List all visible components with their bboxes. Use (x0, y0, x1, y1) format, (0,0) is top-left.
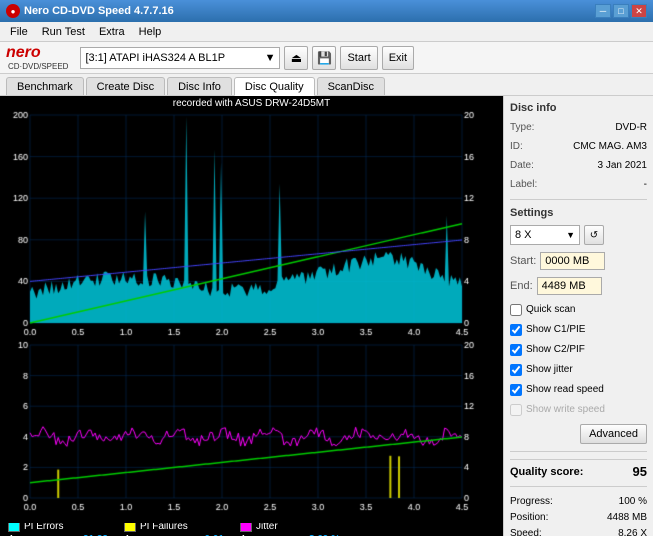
show-read-speed-row[interactable]: Show read speed (510, 382, 647, 398)
disc-id-label: ID: (510, 139, 523, 154)
save-button[interactable]: 💾 (312, 46, 336, 70)
position-row: Position: 4488 MB (510, 510, 647, 526)
speed-setting-row: 8 X ▼ ↺ (510, 225, 647, 245)
disc-type-row: Type: DVD-R (510, 120, 647, 135)
app-icon: ● (6, 4, 20, 18)
disc-date-label: Date: (510, 158, 534, 173)
quality-value: 95 (633, 464, 647, 479)
tab-disc-quality[interactable]: Disc Quality (234, 77, 315, 96)
toolbar: nero CD·DVD/SPEED [3:1] ATAPI iHAS324 A … (0, 42, 653, 74)
chart-title: recorded with ASUS DRW-24D5MT (0, 96, 503, 111)
speed-label: Speed: (510, 526, 542, 536)
show-write-speed-label: Show write speed (526, 402, 605, 418)
speed-refresh-button[interactable]: ↺ (584, 225, 604, 245)
disc-info-title: Disc info (510, 102, 647, 114)
disc-label-label: Label: (510, 177, 537, 192)
drive-selector[interactable]: [3:1] ATAPI iHAS324 A BL1P ▼ (80, 47, 280, 69)
tab-bar: Benchmark Create Disc Disc Info Disc Qua… (0, 74, 653, 96)
nero-logo: nero (6, 44, 41, 62)
speed-val: 8.26 X (618, 526, 647, 536)
end-mb-label: End: (510, 280, 533, 292)
lower-chart (0, 341, 503, 523)
disc-label-row: Label: - (510, 177, 647, 192)
end-mb-input[interactable]: 4489 MB (537, 277, 602, 295)
close-button[interactable]: ✕ (631, 4, 647, 18)
window-title: Nero CD-DVD Speed 4.7.7.16 (24, 5, 174, 17)
main-content: recorded with ASUS DRW-24D5MT PI Errors … (0, 96, 653, 536)
progress-label: Progress: (510, 494, 553, 510)
tab-scandisc[interactable]: ScanDisc (317, 77, 385, 95)
upper-chart (0, 111, 503, 341)
quick-scan-checkbox[interactable] (510, 304, 522, 316)
chart-area: recorded with ASUS DRW-24D5MT PI Errors … (0, 96, 503, 536)
exit-button[interactable]: Exit (382, 46, 414, 70)
disc-id-row: ID: CMC MAG. AM3 (510, 139, 647, 154)
divider-1 (510, 199, 647, 200)
speed-row: Speed: 8.26 X (510, 526, 647, 536)
show-jitter-label: Show jitter (526, 362, 573, 378)
quality-label: Quality score: (510, 466, 583, 478)
divider-3 (510, 486, 647, 487)
show-c2-pif-row[interactable]: Show C2/PIF (510, 342, 647, 358)
window-controls[interactable]: ─ □ ✕ (595, 4, 647, 18)
speed-val: 8 X (515, 229, 532, 241)
start-button[interactable]: Start (340, 46, 377, 70)
position-val: 4488 MB (607, 510, 647, 526)
side-panel: Disc info Type: DVD-R ID: CMC MAG. AM3 D… (503, 96, 653, 536)
tab-benchmark[interactable]: Benchmark (6, 77, 84, 95)
progress-row: Progress: 100 % (510, 494, 647, 510)
position-label: Position: (510, 510, 548, 526)
disc-id-val: CMC MAG. AM3 (573, 139, 647, 154)
progress-val: 100 % (619, 494, 647, 510)
show-write-speed-checkbox[interactable] (510, 404, 522, 416)
menu-file[interactable]: File (4, 25, 34, 39)
disc-type-val: DVD-R (615, 120, 647, 135)
divider-2 (510, 451, 647, 452)
show-read-speed-label: Show read speed (526, 382, 604, 398)
show-write-speed-row[interactable]: Show write speed (510, 402, 647, 418)
start-mb-input[interactable]: 0000 MB (540, 252, 605, 270)
charts-split (0, 111, 503, 516)
title-bar-left: ● Nero CD-DVD Speed 4.7.7.16 (6, 4, 174, 18)
tab-create-disc[interactable]: Create Disc (86, 77, 165, 95)
drive-label: [3:1] ATAPI iHAS324 A BL1P (85, 52, 225, 64)
show-c1-pie-label: Show C1/PIE (526, 322, 585, 338)
show-read-speed-checkbox[interactable] (510, 384, 522, 396)
show-jitter-checkbox[interactable] (510, 364, 522, 376)
disc-label-val: - (644, 177, 647, 192)
quick-scan-row[interactable]: Quick scan (510, 302, 647, 318)
minimize-button[interactable]: ─ (595, 4, 611, 18)
end-mb-row: End: 4489 MB (510, 277, 647, 295)
show-c2-pif-label: Show C2/PIF (526, 342, 585, 358)
logo: nero CD·DVD/SPEED (6, 44, 68, 71)
show-c1-pie-checkbox[interactable] (510, 324, 522, 336)
menu-bar: File Run Test Extra Help (0, 22, 653, 42)
quick-scan-label: Quick scan (526, 302, 575, 318)
product-logo: CD·DVD/SPEED (8, 62, 68, 71)
speed-combo[interactable]: 8 X ▼ (510, 225, 580, 245)
title-bar: ● Nero CD-DVD Speed 4.7.7.16 ─ □ ✕ (0, 0, 653, 22)
progress-section: Progress: 100 % Position: 4488 MB Speed:… (510, 494, 647, 536)
disc-type-label: Type: (510, 120, 534, 135)
show-c2-pif-checkbox[interactable] (510, 344, 522, 356)
tab-disc-info[interactable]: Disc Info (167, 77, 232, 95)
start-mb-row: Start: 0000 MB (510, 252, 647, 270)
quality-score-row: Quality score: 95 (510, 459, 647, 479)
disc-date-val: 3 Jan 2021 (598, 158, 648, 173)
show-c1-pie-row[interactable]: Show C1/PIE (510, 322, 647, 338)
advanced-button[interactable]: Advanced (580, 424, 647, 444)
start-mb-label: Start: (510, 255, 536, 267)
menu-run-test[interactable]: Run Test (36, 25, 91, 39)
disc-date-row: Date: 3 Jan 2021 (510, 158, 647, 173)
menu-extra[interactable]: Extra (93, 25, 131, 39)
eject-button[interactable]: ⏏ (284, 46, 308, 70)
show-jitter-row[interactable]: Show jitter (510, 362, 647, 378)
menu-help[interactable]: Help (133, 25, 168, 39)
settings-title: Settings (510, 207, 647, 219)
maximize-button[interactable]: □ (613, 4, 629, 18)
